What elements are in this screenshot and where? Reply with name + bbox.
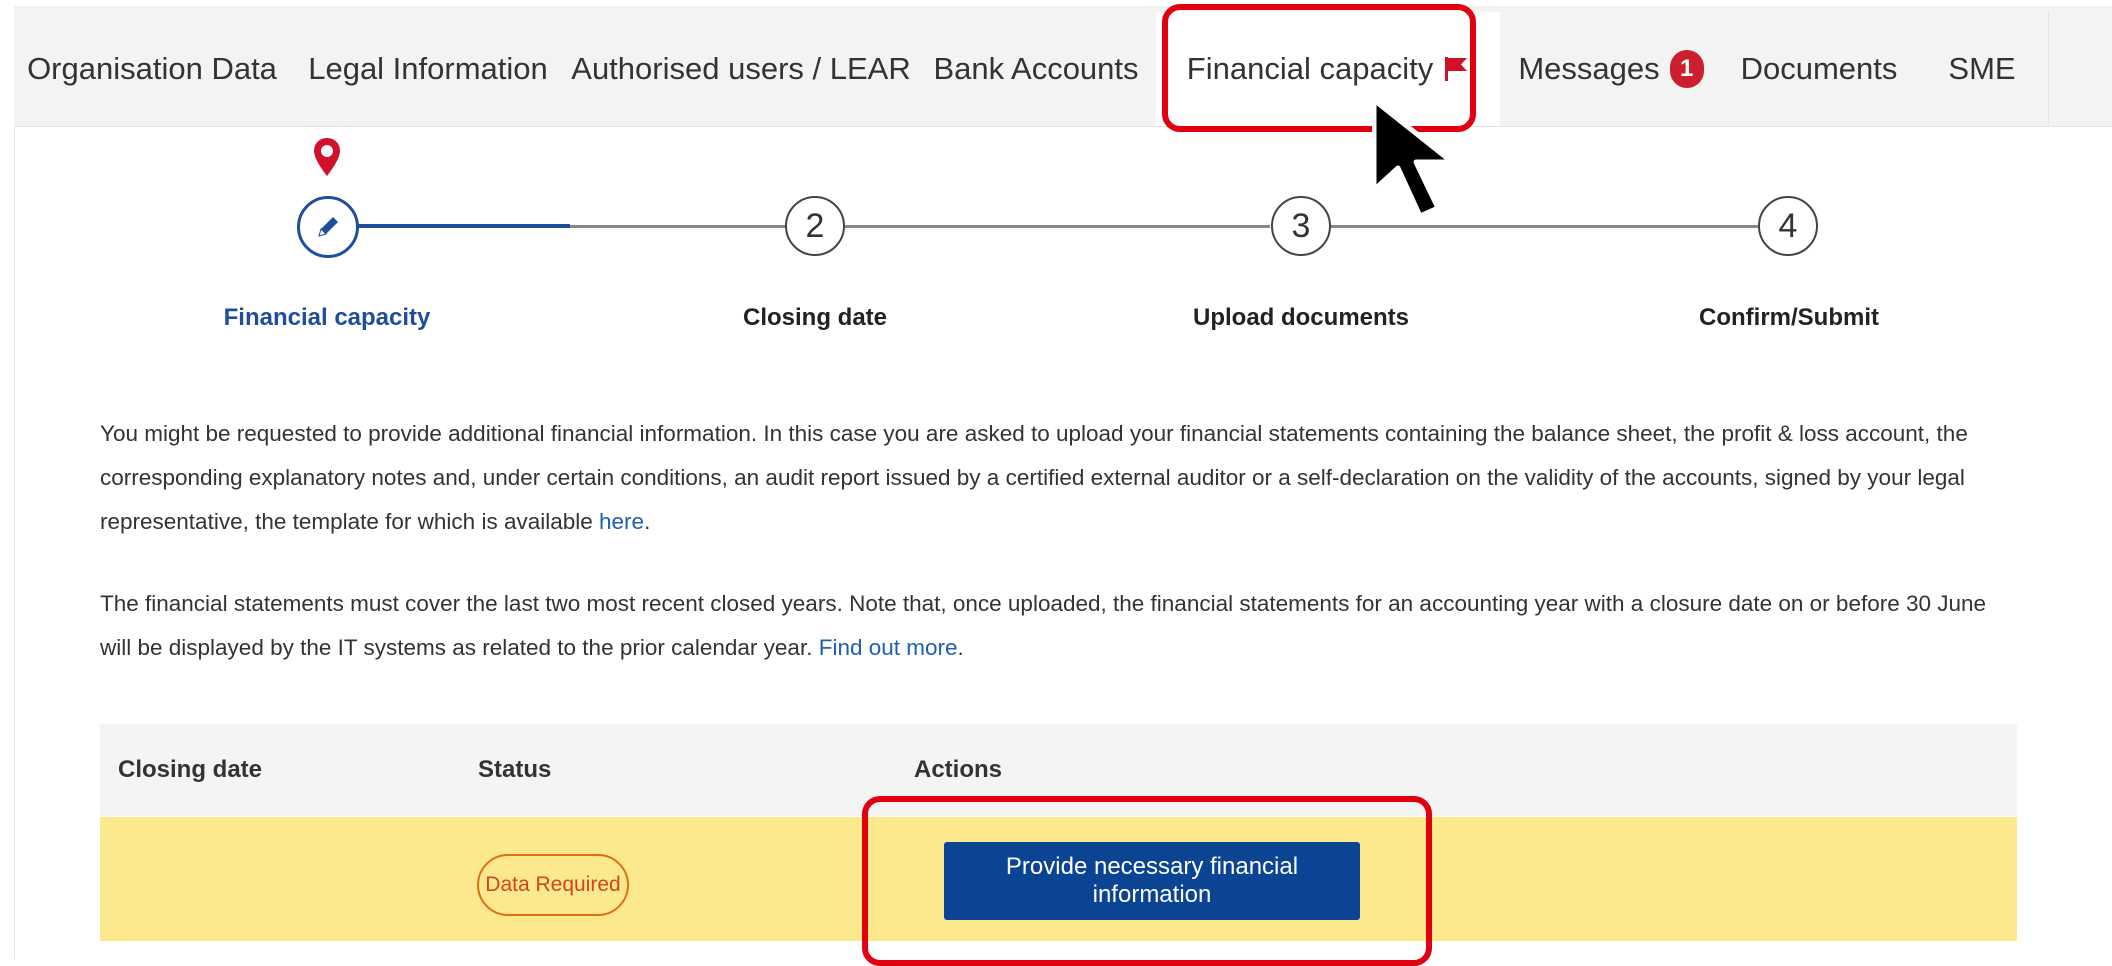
- tab-legal-information[interactable]: Legal Information: [290, 12, 567, 126]
- tab-authorised-users[interactable]: Authorised users / LEAR: [566, 12, 917, 126]
- column-header-actions: Actions: [914, 756, 1003, 783]
- mouse-pointer-icon: [1372, 98, 1455, 219]
- step-1-financial-capacity[interactable]: [297, 196, 359, 258]
- tab-bar: Organisation Data Legal Information Auth…: [14, 6, 2112, 127]
- messages-count-badge: 1: [1669, 50, 1704, 88]
- step-number: 2: [805, 206, 825, 245]
- paragraph-end: .: [644, 509, 651, 534]
- column-header-closing-date: Closing date: [118, 756, 263, 783]
- tab-label: Authorised users / LEAR: [571, 51, 911, 86]
- info-paragraph-1: You might be requested to provide additi…: [100, 412, 2020, 544]
- tab-documents[interactable]: Documents: [1722, 12, 1917, 126]
- status-badge: Data Required: [477, 854, 629, 916]
- step-number: 3: [1291, 206, 1311, 245]
- step-2-closing-date[interactable]: 2: [785, 196, 845, 256]
- location-pin-icon: [314, 138, 340, 176]
- tab-label: Organisation Data: [27, 51, 277, 86]
- tab-organisation-data[interactable]: Organisation Data: [14, 12, 291, 126]
- step-1-label: Financial capacity: [223, 304, 431, 331]
- step-connector: [844, 225, 1270, 228]
- info-paragraph-2: The financial statements must cover the …: [100, 582, 2020, 670]
- tab-bank-accounts[interactable]: Bank Accounts: [916, 12, 1157, 126]
- tab-label: Financial capacity: [1186, 51, 1434, 86]
- paragraph-end: .: [957, 635, 964, 660]
- column-header-status: Status: [478, 756, 552, 783]
- step-2-label: Closing date: [742, 304, 888, 331]
- paragraph-text: You might be requested to provide additi…: [100, 421, 1968, 534]
- tab-sme[interactable]: SME: [1916, 12, 2049, 126]
- step-4-confirm-submit[interactable]: 4: [1758, 196, 1818, 256]
- find-out-more-link[interactable]: Find out more: [819, 635, 958, 660]
- paragraph-text: The financial statements must cover the …: [100, 591, 1987, 660]
- tab-label: Legal Information: [308, 51, 548, 86]
- tab-label: Messages: [1518, 51, 1660, 86]
- tab-messages[interactable]: Messages 1: [1500, 12, 1723, 126]
- step-4-label: Confirm/Submit: [1699, 304, 1879, 331]
- step-number: 4: [1778, 206, 1798, 245]
- step-3-label: Upload documents: [1192, 304, 1410, 331]
- step-connector: [1330, 225, 1758, 228]
- pencil-icon: [318, 217, 338, 237]
- provide-financial-information-button[interactable]: Provide necessary financial information: [944, 842, 1360, 920]
- tab-label: Bank Accounts: [933, 51, 1139, 86]
- tab-label: SME: [1948, 51, 2016, 86]
- tab-label: Documents: [1740, 51, 1898, 86]
- flag-icon: [1445, 57, 1468, 81]
- template-here-link[interactable]: here: [599, 509, 644, 534]
- step-connector-done: [358, 224, 570, 228]
- step-3-upload-documents[interactable]: 3: [1271, 196, 1331, 256]
- table-header: Closing date Status Actions: [100, 724, 2017, 816]
- step-connector: [570, 225, 786, 228]
